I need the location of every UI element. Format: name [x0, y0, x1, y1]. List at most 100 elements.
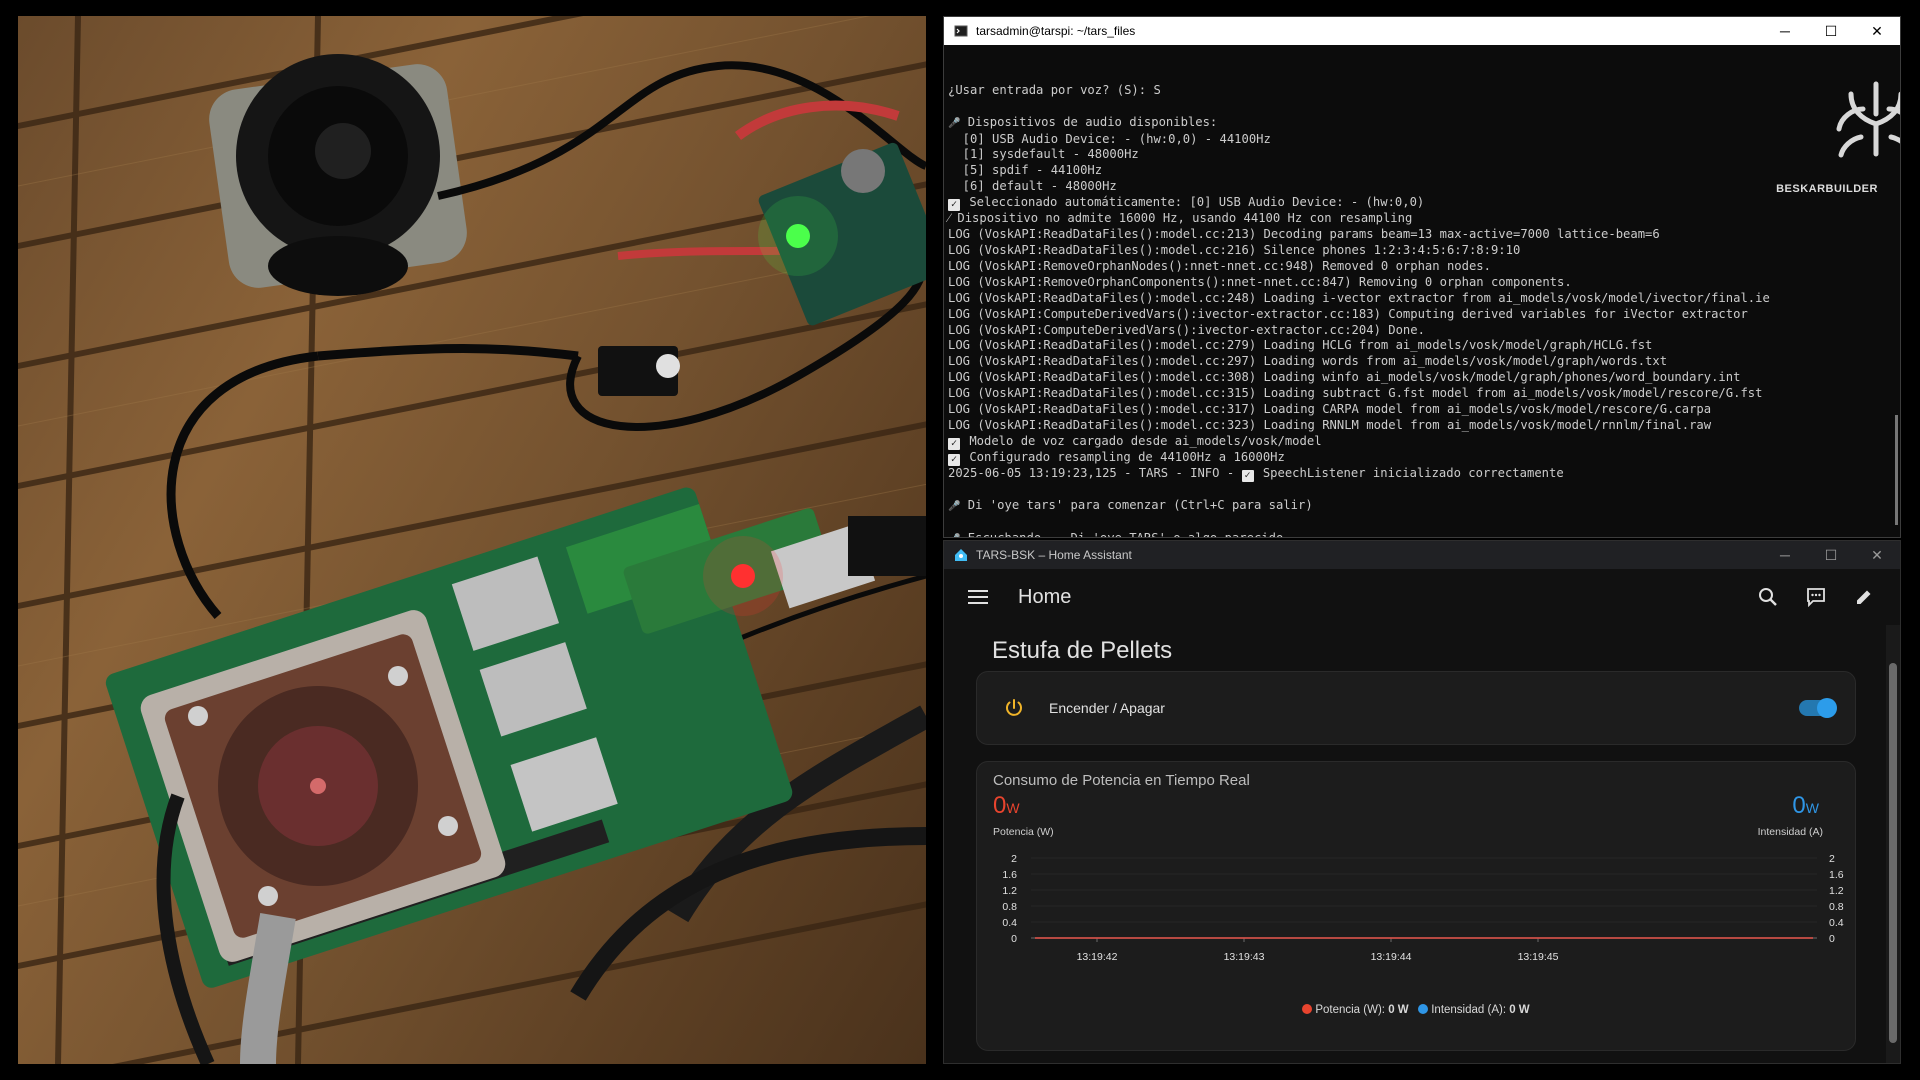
terminal-line: LOG (VoskAPI:ReadDataFiles():model.cc:29…	[948, 354, 1896, 370]
checkmark-icon: ✓	[1241, 469, 1254, 482]
legend-item-power[interactable]: Potencia (W): 0 W	[1302, 1004, 1409, 1016]
terminal-line: [0] USB Audio Device: - (hw:0,0) - 44100…	[948, 132, 1896, 148]
power-toggle[interactable]	[1799, 698, 1837, 718]
terminal-line: ✓ Configurado resampling de 44100Hz a 16…	[948, 450, 1896, 466]
terminal-line-text: Configurado resampling de 44100Hz a 1600…	[962, 449, 1285, 464]
x-tick-label: 13:19:42	[1077, 951, 1118, 963]
switch-label: Encender / Apagar	[1049, 700, 1165, 716]
y-tick-label: 1.2	[1002, 885, 1017, 897]
terminal-line: LOG (VoskAPI:ReadDataFiles():model.cc:21…	[948, 243, 1896, 259]
terminal-line-text: LOG (VoskAPI:ReadDataFiles():model.cc:21…	[948, 242, 1521, 257]
power-line-chart[interactable]: 21.61.20.80.40 21.61.20.80.40 13:19:42 13…	[977, 852, 1857, 992]
terminal-line: LOG (VoskAPI:ReadDataFiles():model.cc:31…	[948, 386, 1896, 402]
ha-scrollbar[interactable]	[1886, 625, 1900, 1063]
terminal-line: [1] sysdefault - 48000Hz	[948, 147, 1896, 163]
logo-text: BESKARBUILDER	[1776, 182, 1878, 195]
y-tick-label: 0.4	[1002, 917, 1017, 929]
terminal-titlebar[interactable]: tarsadmin@tarspi: ~/tars_files ─ ☐ ✕	[944, 17, 1900, 45]
legend-power-label: Potencia (W):	[1315, 1004, 1389, 1016]
chart-grid	[1031, 857, 1817, 939]
toggle-knob	[1817, 698, 1837, 718]
ha-minimize-button[interactable]: ─	[1762, 541, 1808, 569]
chart-x-axis: 13:19:42 13:19:43 13:19:44 13:19:45	[1077, 938, 1559, 963]
y-tick-label: 2	[1011, 853, 1017, 865]
terminal-line: LOG (VoskAPI:ReadDataFiles():model.cc:21…	[948, 227, 1896, 243]
terminal-line: ⁄ Dispositivo no admite 16000 Hz, usando…	[948, 211, 1896, 227]
terminal-line: LOG (VoskAPI:ReadDataFiles():model.cc:24…	[948, 291, 1896, 307]
y2-tick-label: 0.4	[1829, 917, 1844, 929]
terminal-window[interactable]: tarsadmin@tarspi: ~/tars_files ─ ☐ ✕ ¿Us…	[943, 16, 1901, 538]
terminal-scrollbar[interactable]	[1895, 415, 1898, 525]
section-title: Estufa de Pellets	[992, 637, 1173, 664]
terminal-line-text: [5] spdif - 44100Hz	[948, 163, 1103, 178]
terminal-line-text: LOG (VoskAPI:ReadDataFiles():model.cc:31…	[948, 402, 1712, 417]
terminal-line-text: 2025-06-05 13:19:23,125 - TARS - INFO -	[948, 465, 1242, 480]
terminal-app-icon	[954, 25, 968, 37]
terminal-line-text: LOG (VoskAPI:ComputeDerivedVars():ivecto…	[948, 322, 1425, 337]
beskarbuilder-logo: BESKARBUILDER	[1772, 63, 1900, 229]
switch-card[interactable]: Encender / Apagar	[976, 671, 1856, 745]
current-value: 0W	[1792, 792, 1819, 820]
power-icon	[1006, 699, 1022, 716]
assist-chat-icon[interactable]	[1804, 585, 1828, 609]
microphone-icon: 🎤	[948, 534, 960, 537]
minimize-button[interactable]: ─	[1762, 17, 1808, 45]
search-icon[interactable]	[1756, 585, 1780, 609]
x-tick-label: 13:19:45	[1518, 951, 1559, 963]
page-title: Home	[1018, 585, 1072, 608]
close-button[interactable]: ✕	[1854, 17, 1900, 45]
hardware-photo-illustration	[18, 16, 926, 1064]
ha-window-title: TARS-BSK – Home Assistant	[976, 548, 1132, 562]
terminal-line: LOG (VoskAPI:ReadDataFiles():model.cc:32…	[948, 418, 1896, 434]
ha-titlebar[interactable]: TARS-BSK – Home Assistant ─ ☐ ✕	[944, 541, 1900, 569]
terminal-line: LOG (VoskAPI:ComputeDerivedVars():ivecto…	[948, 323, 1896, 339]
ha-scrollbar-thumb[interactable]	[1889, 663, 1897, 1043]
y2-tick-label: 1.2	[1829, 885, 1844, 897]
y2-tick-label: 0.8	[1829, 901, 1844, 913]
legend-current-dot	[1418, 1004, 1429, 1014]
checkmark-icon: ✓	[948, 199, 960, 212]
terminal-line-text: LOG (VoskAPI:ReadDataFiles():model.cc:27…	[948, 338, 1653, 353]
terminal-line-text: LOG (VoskAPI:ReadDataFiles():model.cc:24…	[948, 290, 1770, 305]
y-tick-label: 0.8	[1002, 901, 1017, 913]
legend-item-current[interactable]: Intensidad (A): 0 W	[1418, 1004, 1530, 1016]
terminal-line-text: Escuchando... Di 'oye TARS' o algo parec…	[960, 531, 1284, 537]
terminal-line-text: LOG (VoskAPI:RemoveOrphanNodes():nnet-nn…	[948, 258, 1491, 273]
terminal-line-text: LOG (VoskAPI:ReadDataFiles():model.cc:29…	[948, 354, 1668, 369]
terminal-line: ✓ Modelo de voz cargado desde ai_models/…	[948, 434, 1896, 450]
x-tick-label: 13:19:43	[1224, 951, 1265, 963]
edit-pencil-icon[interactable]	[1852, 585, 1876, 609]
chart-card-title: Consumo de Potencia en Tiempo Real	[993, 772, 1250, 789]
microphone-icon: 🎤	[948, 500, 961, 512]
power-label: Potencia (W)	[993, 826, 1054, 838]
terminal-line	[948, 99, 1896, 115]
terminal-line-text: ⁄ Dispositivo no admite 16000 Hz, usando…	[948, 211, 1413, 226]
chart-legend: Potencia (W): 0 W Intensidad (A): 0 W	[977, 1004, 1855, 1016]
terminal-line: 🎤 Dispositivos de audio disponibles:	[948, 115, 1896, 132]
desktop: tarsadmin@tarspi: ~/tars_files ─ ☐ ✕ ¿Us…	[0, 0, 1920, 1080]
terminal-line-text: Di 'oye tars' para comenzar (Ctrl+C para…	[960, 497, 1313, 512]
terminal-line-text: [1] sysdefault - 48000Hz	[948, 147, 1139, 162]
chart-y-axis: 2 1.6 1.2 0.8 0.4 0	[1002, 853, 1017, 945]
terminal-line: 2025-06-05 13:19:23,125 - TARS - INFO - …	[948, 466, 1896, 482]
checkmark-icon: ✓	[948, 437, 960, 450]
terminal-line: LOG (VoskAPI:RemoveOrphanComponents():nn…	[948, 275, 1896, 291]
maximize-button[interactable]: ☐	[1808, 17, 1854, 45]
menu-icon[interactable]	[966, 585, 990, 609]
power-unit: W	[1006, 800, 1020, 816]
terminal-line-text: Seleccionado automáticamente: [0] USB Au…	[962, 195, 1425, 210]
terminal-line-text: Dispositivos de audio disponibles:	[960, 114, 1218, 129]
terminal-line: [5] spdif - 44100Hz	[948, 163, 1896, 179]
legend-current-label: Intensidad (A):	[1431, 1004, 1510, 1016]
power-value: 0W	[993, 792, 1020, 820]
terminal-line-text: LOG (VoskAPI:ReadDataFiles():model.cc:31…	[948, 386, 1763, 401]
terminal-line-text	[948, 99, 955, 113]
terminal-output[interactable]: ¿Usar entrada por voz? (S): S 🎤 Disposit…	[944, 45, 1900, 537]
ha-close-button[interactable]: ✕	[1854, 541, 1900, 569]
power-value-number: 0	[993, 792, 1007, 819]
power-chart-card: Consumo de Potencia en Tiempo Real 0W Po…	[976, 761, 1856, 1051]
home-assistant-window[interactable]: TARS-BSK – Home Assistant ─ ☐ ✕ Home Est…	[943, 540, 1901, 1064]
ha-maximize-button[interactable]: ☐	[1808, 541, 1854, 569]
terminal-line: 🎤 Escuchando... Di 'oye TARS' o algo par…	[948, 531, 1896, 537]
terminal-line-text: SpeechListener inicializado correctament…	[1255, 465, 1564, 480]
